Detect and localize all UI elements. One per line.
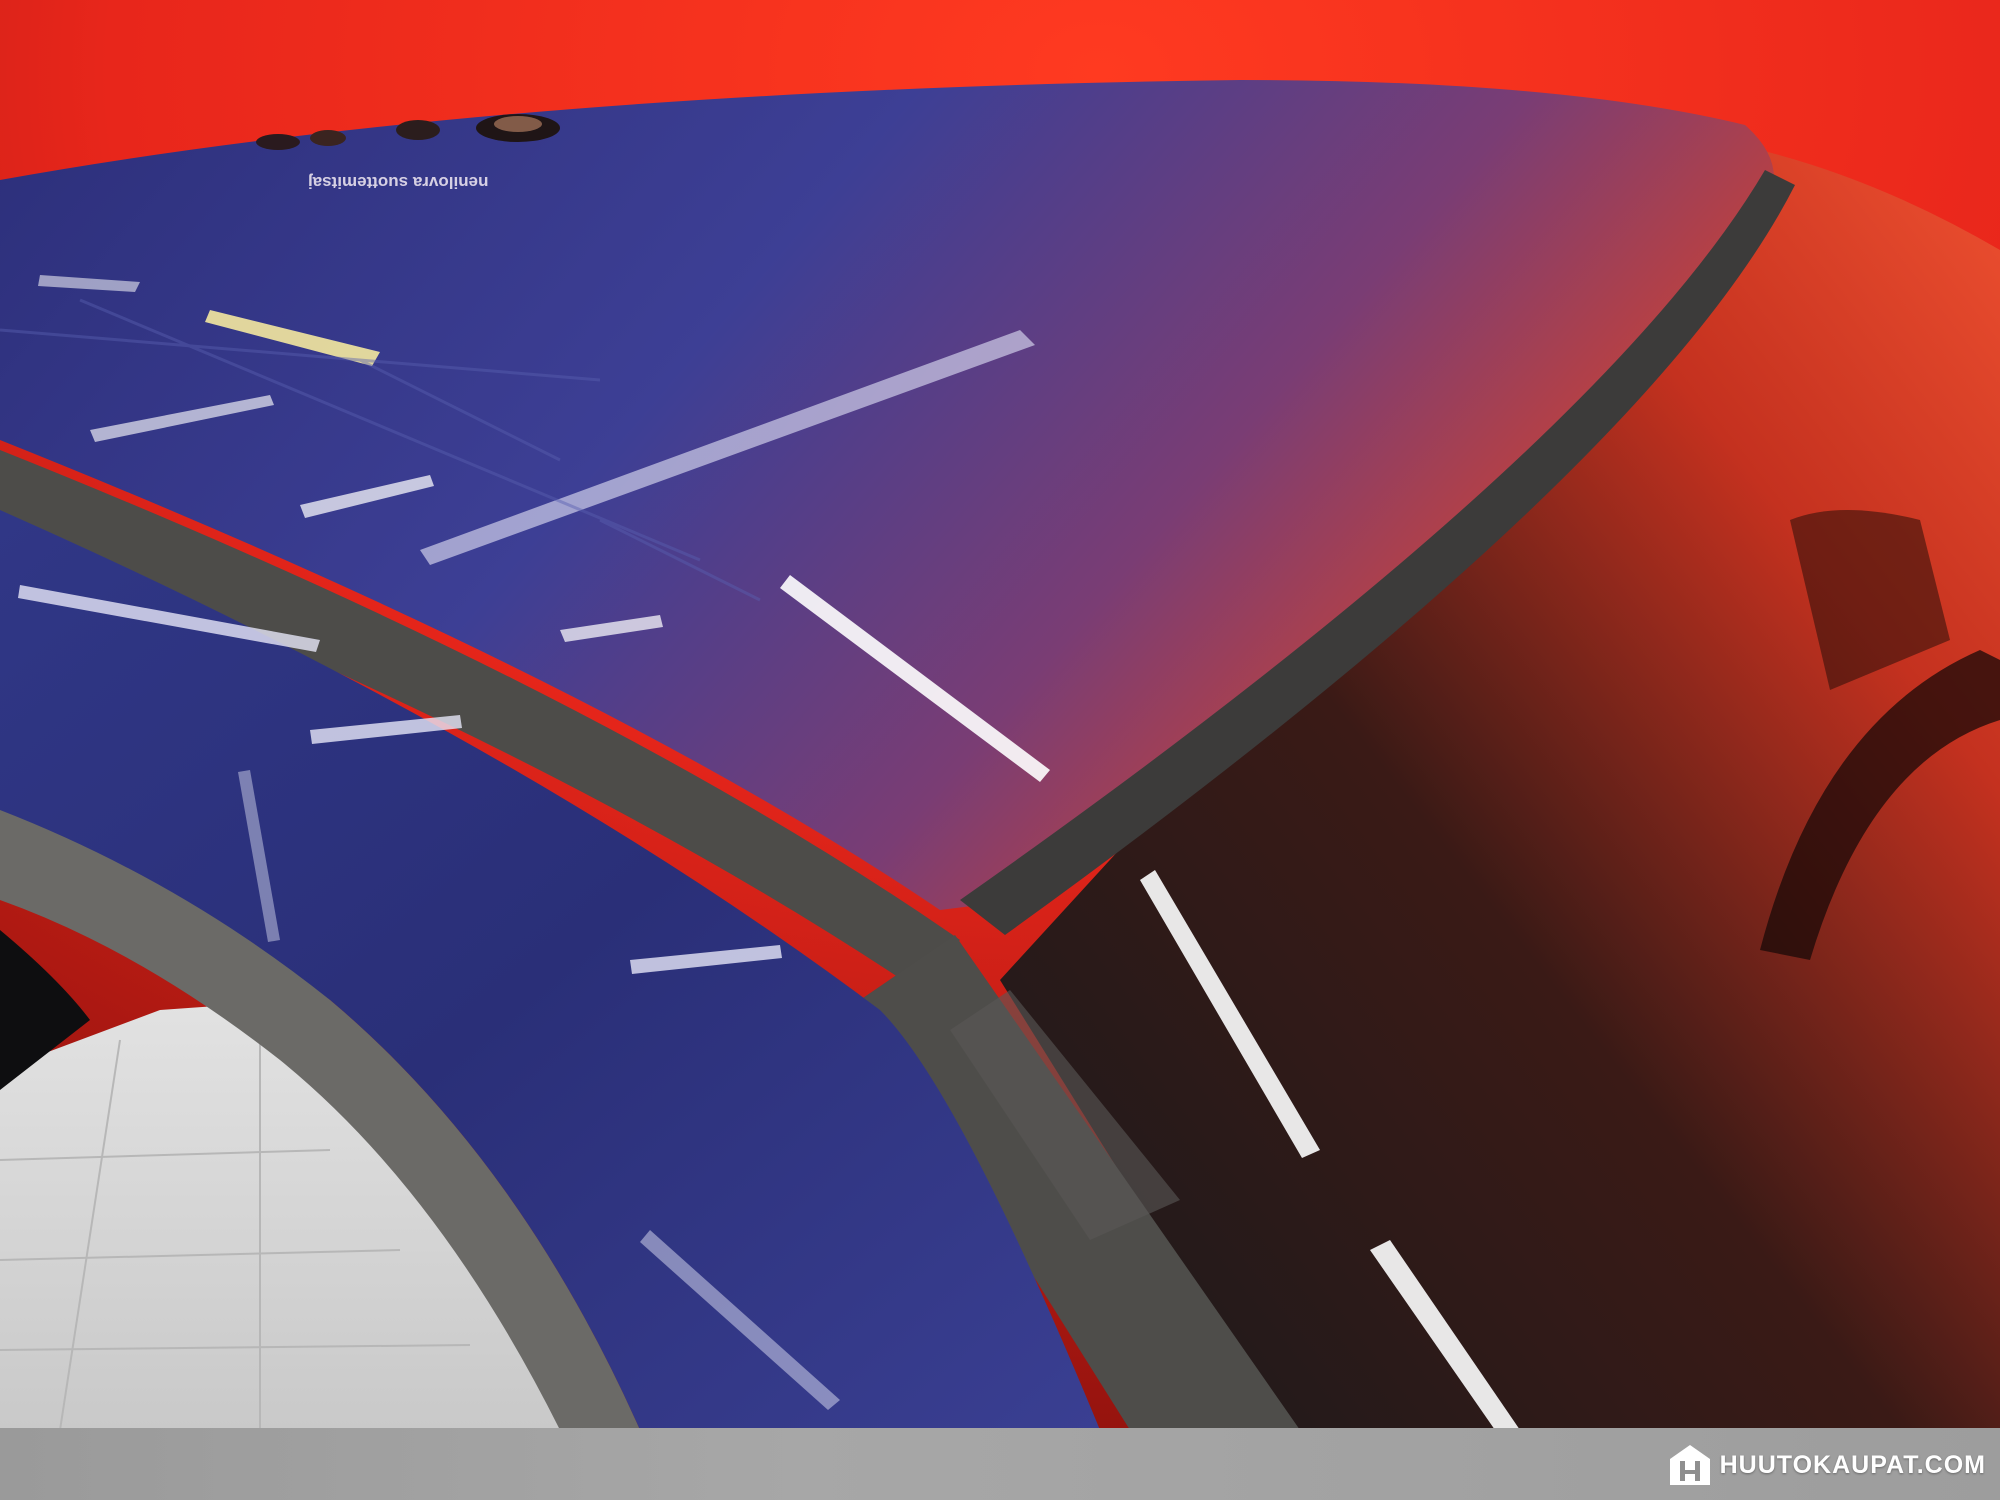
- photo-stage: nenilovra suottemitsaj HUUTOKAUPAT.COM: [0, 0, 2000, 1500]
- car-photo: [0, 0, 2000, 1431]
- sticker-faces-graphic: [256, 114, 560, 150]
- roof-sticker: nenilovra suottemitsaj: [248, 100, 568, 210]
- watermark-text: HUUTOKAUPAT.COM: [1719, 1450, 1986, 1479]
- house-h-logo-icon: [1669, 1445, 1710, 1485]
- sticker-text: nenilovra suottemitsaj: [308, 173, 489, 192]
- bottom-band: HUUTOKAUPAT.COM: [0, 1428, 2000, 1500]
- watermark: HUUTOKAUPAT.COM: [1666, 1440, 1986, 1490]
